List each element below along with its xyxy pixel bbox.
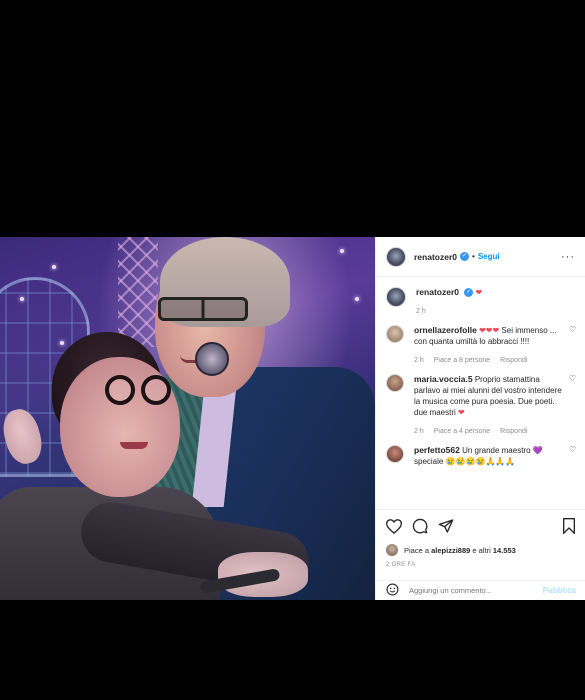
- comment-likes[interactable]: Piace a 8 persone: [434, 355, 490, 366]
- comment-text: Un grande maestro: [462, 446, 531, 455]
- comment-icon[interactable]: [412, 518, 428, 534]
- caption-username[interactable]: renatozer0: [416, 287, 459, 297]
- list-item: perfetto562 Un grande maestro 💜 speciale…: [386, 445, 576, 467]
- stage-light: [340, 249, 344, 253]
- stage-light: [355, 297, 359, 301]
- purple-heart-emoji: 💜: [532, 446, 543, 455]
- comment-username[interactable]: maria.voccia.5: [414, 374, 473, 384]
- like-comment-heart-icon[interactable]: ♡: [564, 325, 576, 366]
- more-options-icon[interactable]: ···: [561, 251, 575, 263]
- man-right-glasses: [158, 297, 248, 321]
- avatar[interactable]: [386, 287, 406, 307]
- separator-dot: •: [472, 252, 475, 261]
- hearts-emoji: ❤❤❤: [479, 326, 500, 335]
- share-icon[interactable]: [438, 518, 454, 534]
- stage-light: [60, 341, 64, 345]
- heart-icon[interactable]: [386, 518, 402, 534]
- liker-username[interactable]: alepizzi889: [431, 546, 470, 555]
- comment-time: 2 h: [414, 357, 424, 364]
- post-timestamp[interactable]: 2 ORE FA: [386, 562, 576, 568]
- bookmark-icon[interactable]: [562, 518, 576, 534]
- verified-icon: ✓: [464, 288, 474, 298]
- reply-button[interactable]: Rispondi: [500, 355, 527, 366]
- stage-light: [20, 297, 24, 301]
- stage-light: [52, 265, 56, 269]
- comment-username[interactable]: ornellazerofolle: [414, 325, 477, 335]
- likes-summary[interactable]: Piace a alepizzi889 e altri 14.553: [386, 544, 576, 556]
- avatar[interactable]: [386, 445, 404, 463]
- red-heart-emoji: ❤: [458, 408, 465, 417]
- likes-count[interactable]: 14.553: [493, 546, 516, 555]
- emoji-row: 😢😢😢😢🙏🙏🙏: [445, 457, 516, 466]
- caption-time: 2 h: [416, 308, 426, 315]
- publish-button[interactable]: Pubblica: [543, 586, 576, 595]
- post-actions: Piace a alepizzi889 e altri 14.553 2 ORE…: [376, 509, 585, 568]
- man-left-round-glasses: [105, 375, 175, 405]
- comments-list[interactable]: renatozer0 ✓ ❤ 2 h ornellazerofolle ❤❤❤ …: [376, 277, 585, 509]
- stage-truss: [118, 237, 158, 347]
- likes-suffix: e altri: [472, 545, 491, 555]
- caption: renatozer0 ✓ ❤ 2 h: [386, 287, 576, 317]
- like-comment-heart-icon[interactable]: ♡: [564, 374, 576, 437]
- author-username[interactable]: renatozer0: [414, 252, 457, 262]
- comment-text-continued: speciale: [414, 457, 444, 466]
- reply-button[interactable]: Rispondi: [500, 426, 527, 437]
- medal: [195, 342, 229, 376]
- post-sidebar: renatozer0 ✓ • Segui ··· renatozer0 ✓ ❤ …: [375, 237, 585, 600]
- comment-input[interactable]: [409, 586, 543, 595]
- avatar[interactable]: [386, 325, 404, 343]
- list-item: ornellazerofolle ❤❤❤ Sei immenso ... con…: [386, 325, 576, 366]
- avatar[interactable]: [386, 246, 406, 267]
- like-comment-heart-icon[interactable]: ♡: [564, 445, 576, 467]
- follow-button[interactable]: Segui: [478, 252, 500, 261]
- comment-likes[interactable]: Piace a 4 persone: [434, 426, 490, 437]
- liker-avatar: [386, 544, 398, 556]
- likes-prefix: Piace a: [404, 545, 430, 555]
- comment-username[interactable]: perfetto562: [414, 445, 460, 455]
- emoji-icon[interactable]: [386, 583, 399, 598]
- red-heart-emoji: ❤: [475, 288, 483, 297]
- list-item: maria.voccia.5 Proprio stamattina parlav…: [386, 374, 576, 437]
- avatar[interactable]: [386, 374, 404, 392]
- instagram-post: renatozer0 ✓ • Segui ··· renatozer0 ✓ ❤ …: [0, 237, 585, 600]
- add-comment-bar: Pubblica: [376, 580, 585, 600]
- verified-icon: ✓: [460, 252, 469, 261]
- comment-time: 2 h: [414, 428, 424, 435]
- man-left-mouth: [120, 442, 148, 449]
- post-header: renatozer0 ✓ • Segui ···: [376, 237, 585, 277]
- post-photo[interactable]: [0, 237, 375, 600]
